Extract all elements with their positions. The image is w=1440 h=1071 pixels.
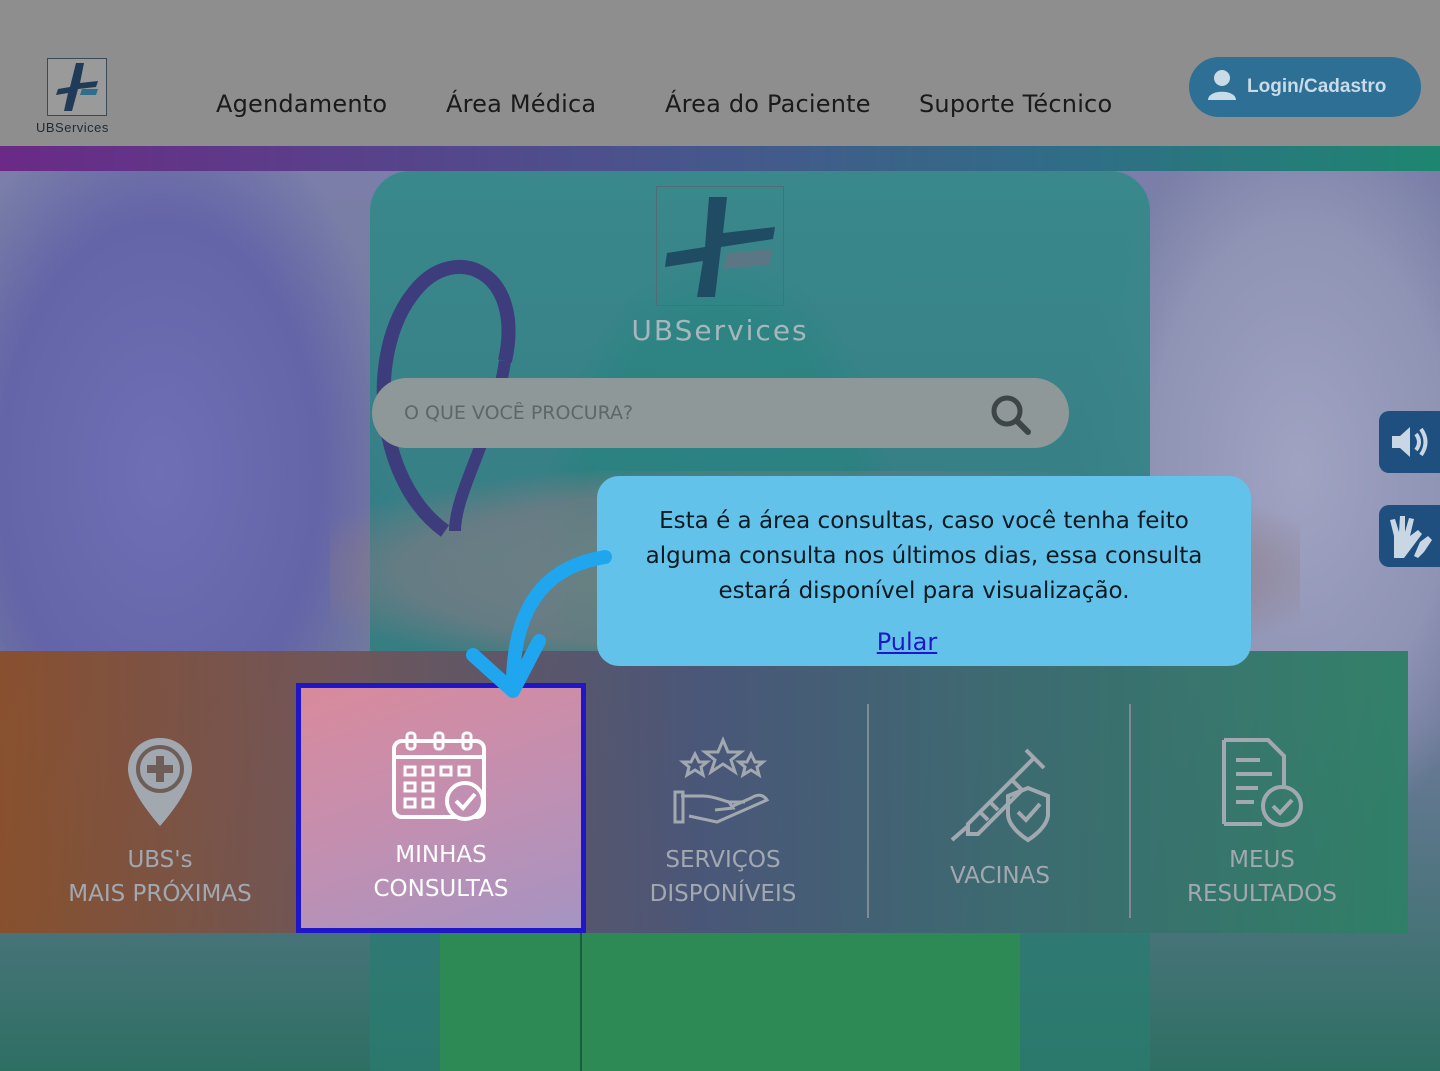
ubservices-logo[interactable]: UBServices	[36, 58, 126, 138]
hand-stars-icon	[673, 736, 773, 833]
menu-vacinas[interactable]: VACINAS	[870, 651, 1130, 933]
menu-label-line1: MINHAS	[395, 842, 487, 868]
menu-label-line2: DISPONÍVEIS	[649, 881, 797, 907]
menu-label-line1: UBS's	[127, 847, 193, 873]
sign-language-button[interactable]	[1379, 505, 1440, 567]
vaccine-shield-icon	[948, 740, 1052, 849]
menu-label-line2: RESULTADOS	[1186, 881, 1337, 907]
nav-agendamento[interactable]: Agendamento	[216, 90, 387, 118]
hero-pocket	[440, 931, 1020, 1071]
top-navbar: UBServices Agendamento Área Médica Área …	[0, 0, 1440, 146]
user-icon	[1205, 67, 1239, 107]
document-check-icon	[1218, 736, 1306, 833]
login-button[interactable]: Login/Cadastro	[1189, 57, 1421, 117]
nav-suporte-tecnico[interactable]: Suporte Técnico	[919, 90, 1112, 118]
search-bar[interactable]	[372, 378, 1069, 448]
location-plus-icon	[125, 736, 195, 833]
tooltip-text: Esta é a área consultas, caso você tenha…	[645, 508, 1203, 604]
audio-accessibility-button[interactable]	[1379, 411, 1440, 473]
search-icon[interactable]	[988, 392, 1032, 436]
hero-logo-text: UBServices	[631, 314, 809, 347]
logo-text: UBServices	[36, 120, 109, 135]
menu-divider	[1129, 704, 1131, 918]
menu-divider	[867, 704, 869, 918]
header-gradient-bar	[0, 146, 1440, 171]
menu-meus-resultados[interactable]: MEUS RESULTADOS	[1132, 651, 1392, 933]
logo-mark	[47, 58, 107, 116]
speaker-icon	[1391, 427, 1427, 457]
sign-language-icon	[1389, 516, 1432, 558]
menu-minhas-consultas-highlight[interactable]: MINHAS CONSULTAS	[296, 683, 586, 933]
menu-label-line1: VACINAS	[950, 863, 1050, 889]
hero-logo-mark	[656, 186, 784, 306]
menu-label-line1: MEUS	[1229, 847, 1295, 873]
nav-area-do-paciente[interactable]: Área do Paciente	[665, 90, 871, 118]
tutorial-tooltip: Esta é a área consultas, caso você tenha…	[597, 476, 1251, 666]
menu-label-line2: CONSULTAS	[373, 876, 509, 902]
skip-link[interactable]: Pular	[597, 628, 1217, 656]
login-label: Login/Cadastro	[1247, 76, 1387, 97]
menu-servicos-disponiveis[interactable]: SERVIÇOS DISPONÍVEIS	[588, 651, 858, 933]
nav-area-medica[interactable]: Área Médica	[446, 90, 596, 118]
calendar-check-icon	[391, 731, 491, 828]
menu-label-line1: SERVIÇOS	[665, 847, 781, 873]
menu-label-line2: MAIS PRÓXIMAS	[68, 881, 252, 907]
menu-ubs-mais-proximas[interactable]: UBS's MAIS PRÓXIMAS	[20, 651, 300, 933]
search-input[interactable]	[404, 396, 964, 430]
menu-minhas-consultas[interactable]: MINHAS CONSULTAS	[301, 688, 581, 928]
hero-pocket-seam	[580, 931, 582, 1071]
tutorial-arrow-icon	[466, 550, 612, 698]
